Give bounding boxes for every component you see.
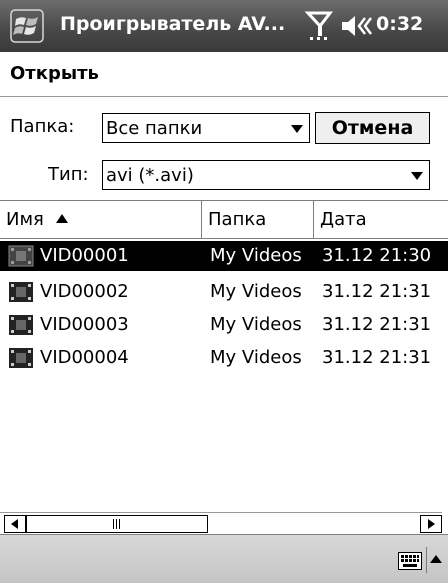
folder-label: Папка: (10, 116, 75, 137)
file-name: VID00003 (40, 314, 129, 335)
video-clip-icon (9, 348, 33, 368)
file-folder: My Videos (210, 314, 302, 335)
grip-line (113, 519, 114, 529)
list-item[interactable]: VID00003 My Videos 31.12 21:31 (0, 310, 448, 340)
column-header-name[interactable]: Имя (0, 201, 202, 238)
grip-line (116, 519, 117, 529)
scroll-track[interactable] (208, 524, 420, 525)
file-folder: My Videos (210, 281, 302, 302)
column-header-label: Дата (320, 209, 367, 230)
arrow-left-icon (11, 519, 18, 529)
column-header-label: Имя (6, 209, 44, 230)
folder-dropdown[interactable]: Все папки (102, 113, 310, 143)
dialog-header: Открыть (0, 52, 448, 97)
column-header-date[interactable]: Дата (314, 201, 448, 238)
video-clip-icon (9, 282, 33, 302)
chevron-down-icon (291, 125, 303, 133)
column-header-label: Папка (208, 209, 267, 230)
list-rows: VID00001 My Videos 31.12 21:30 VID00002 … (0, 238, 448, 513)
sort-ascending-icon (55, 214, 68, 223)
file-date: 31.12 21:31 (322, 314, 432, 335)
windows-flag-icon[interactable] (10, 9, 44, 43)
scroll-thumb[interactable] (26, 515, 208, 533)
type-dropdown-value: avi (*.avi) (106, 165, 194, 186)
file-date: 31.12 21:30 (322, 245, 432, 266)
column-header-folder[interactable]: Папка (202, 201, 314, 238)
bottom-bar (0, 534, 448, 583)
video-clip-icon (9, 315, 33, 335)
title-bar: Проигрыватель AV... 0:32 (0, 0, 448, 52)
scroll-left-button[interactable] (4, 515, 26, 533)
divider (426, 547, 427, 573)
file-name: VID00002 (40, 281, 129, 302)
file-date: 31.12 21:31 (322, 347, 432, 368)
file-folder: My Videos (210, 347, 302, 368)
grip-line (119, 519, 120, 529)
video-clip-icon (8, 245, 34, 267)
arrow-right-icon (428, 519, 435, 529)
cancel-button[interactable]: Отмена (315, 112, 430, 144)
app-title: Проигрыватель AV... (60, 13, 286, 35)
type-dropdown[interactable]: avi (*.avi) (102, 160, 430, 190)
file-list[interactable]: Имя Папка Дата VID00001 My Videos 31.12 … (0, 200, 448, 513)
scroll-right-button[interactable] (420, 515, 442, 533)
list-item[interactable]: VID00001 My Videos 31.12 21:30 (0, 241, 448, 271)
file-folder: My Videos (210, 245, 302, 266)
folder-dropdown-value: Все папки (106, 118, 203, 139)
clock[interactable]: 0:32 (376, 13, 423, 35)
list-header: Имя Папка Дата (0, 201, 448, 239)
type-label: Тип: (48, 164, 89, 185)
dialog-title: Открыть (10, 63, 99, 84)
list-item[interactable]: VID00002 My Videos 31.12 21:31 (0, 277, 448, 307)
horizontal-scrollbar[interactable] (0, 512, 442, 535)
signal-antenna-icon[interactable] (304, 10, 334, 42)
input-panel-arrow-icon[interactable] (430, 555, 442, 563)
list-item[interactable]: VID00004 My Videos 31.12 21:31 (0, 343, 448, 373)
file-date: 31.12 21:31 (322, 281, 432, 302)
screen: Проигрыватель AV... 0:32 Открыть Папка: … (0, 0, 448, 583)
file-name: VID00004 (40, 347, 129, 368)
keyboard-icon[interactable] (398, 552, 422, 570)
file-name: VID00001 (40, 245, 129, 266)
speaker-volume-icon[interactable] (340, 14, 376, 38)
chevron-down-icon (411, 172, 423, 180)
